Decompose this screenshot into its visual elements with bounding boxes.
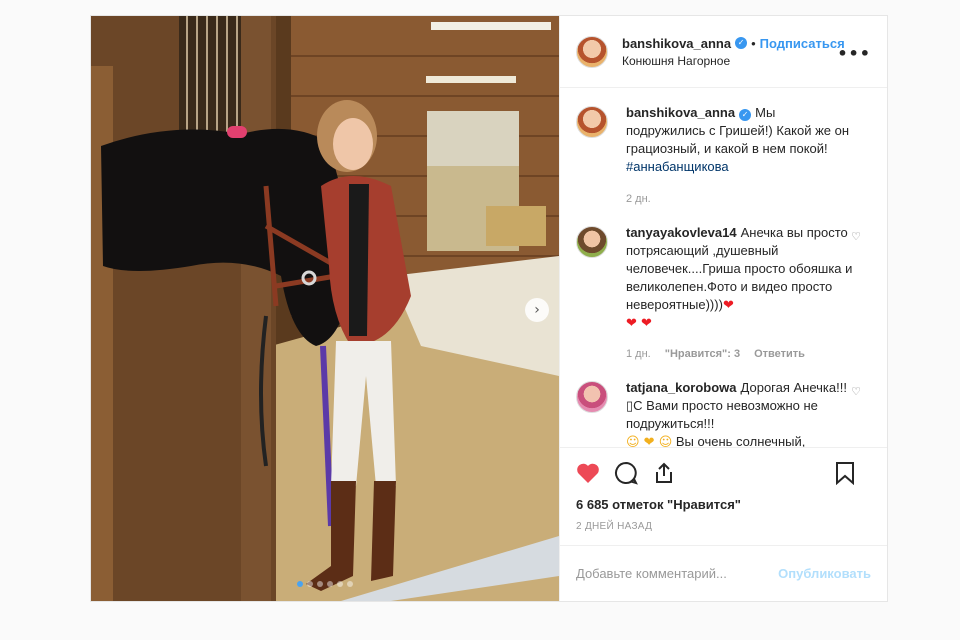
commenter-avatar[interactable] — [576, 226, 608, 258]
caption-username[interactable]: banshikova_anna — [626, 105, 735, 120]
action-bar — [560, 447, 887, 497]
comment-bubble-icon[interactable] — [614, 461, 638, 485]
caption-hashtag[interactable]: #аннабанщикова — [626, 158, 856, 176]
share-icon[interactable] — [652, 461, 676, 485]
chevron-right-icon: › — [534, 302, 540, 318]
comment-item: tatjana_korobowa Дорогая Анечка!!!▯С Вами… — [576, 379, 871, 447]
comment-like-heart-icon[interactable]: ♡ — [851, 385, 861, 398]
author-username[interactable]: banshikova_anna — [622, 36, 731, 51]
carousel-dot — [337, 581, 343, 587]
reply-button[interactable]: Ответить — [754, 345, 805, 363]
comment-like-heart-icon[interactable]: ♡ — [851, 230, 861, 243]
post-sidebar: banshikova_anna ✓ • Подписаться Конюшня … — [559, 16, 887, 601]
like-heart-icon[interactable] — [576, 461, 600, 485]
add-comment-form: Опубликовать — [560, 545, 887, 601]
post-header: banshikova_anna ✓ • Подписаться Конюшня … — [560, 16, 887, 88]
comment-emoji-line: ☺ ❤ ☺ — [626, 435, 673, 447]
comment-input[interactable] — [576, 566, 779, 581]
follow-button[interactable]: Подписаться — [760, 36, 845, 51]
post-date[interactable]: 2 ДНЕЙ НАЗАД — [560, 521, 887, 545]
comment-likes-count[interactable]: "Нравится": 3 — [665, 345, 740, 363]
verified-badge-icon: ✓ — [735, 37, 748, 49]
publish-button[interactable]: Опубликовать — [778, 566, 871, 581]
comment-item: tanyayakovleva14 Анечка вы просто потряса… — [576, 224, 871, 363]
photo-stable-scene — [91, 16, 559, 601]
post-photo[interactable]: › — [91, 16, 559, 601]
carousel-next-button[interactable]: › — [525, 298, 549, 322]
carousel-dot — [307, 581, 313, 587]
comments-list[interactable]: banshikova_anna ✓ Мы подружились с Гришей!… — [560, 88, 887, 447]
likes-count[interactable]: 6 685 отметок "Нравится" — [560, 497, 887, 515]
commenter-avatar[interactable] — [576, 381, 608, 413]
comment-username[interactable]: tanyayakovleva14 — [626, 225, 737, 240]
bookmark-icon[interactable] — [833, 461, 857, 485]
carousel-dot — [347, 581, 353, 587]
carousel-dot — [327, 581, 333, 587]
comment-time[interactable]: 1 дн. — [626, 345, 651, 363]
carousel-dot — [297, 581, 303, 587]
carousel-dots — [91, 581, 559, 587]
separator-dot: • — [751, 35, 756, 51]
caption-avatar[interactable] — [576, 106, 608, 138]
caption-time[interactable]: 2 дн. — [626, 190, 651, 208]
author-avatar[interactable] — [576, 35, 608, 68]
heart-emoji: ❤ — [722, 298, 734, 313]
carousel-dot — [317, 581, 323, 587]
post-card: › banshikova_anna ✓ • Подписаться Конюшн… — [90, 15, 888, 602]
comment-username[interactable]: tatjana_korobowa — [626, 380, 737, 395]
verified-badge-icon: ✓ — [739, 109, 752, 121]
caption: banshikova_anna ✓ Мы подружились с Гришей!… — [576, 104, 871, 208]
comment-emoji-line: ❤ ❤ — [626, 316, 652, 331]
post-location[interactable]: Конюшня Нагорное — [622, 54, 845, 68]
more-options-icon[interactable]: ••• — [837, 44, 871, 63]
comment-text-tail: Вы очень солнечный, — [675, 434, 806, 447]
